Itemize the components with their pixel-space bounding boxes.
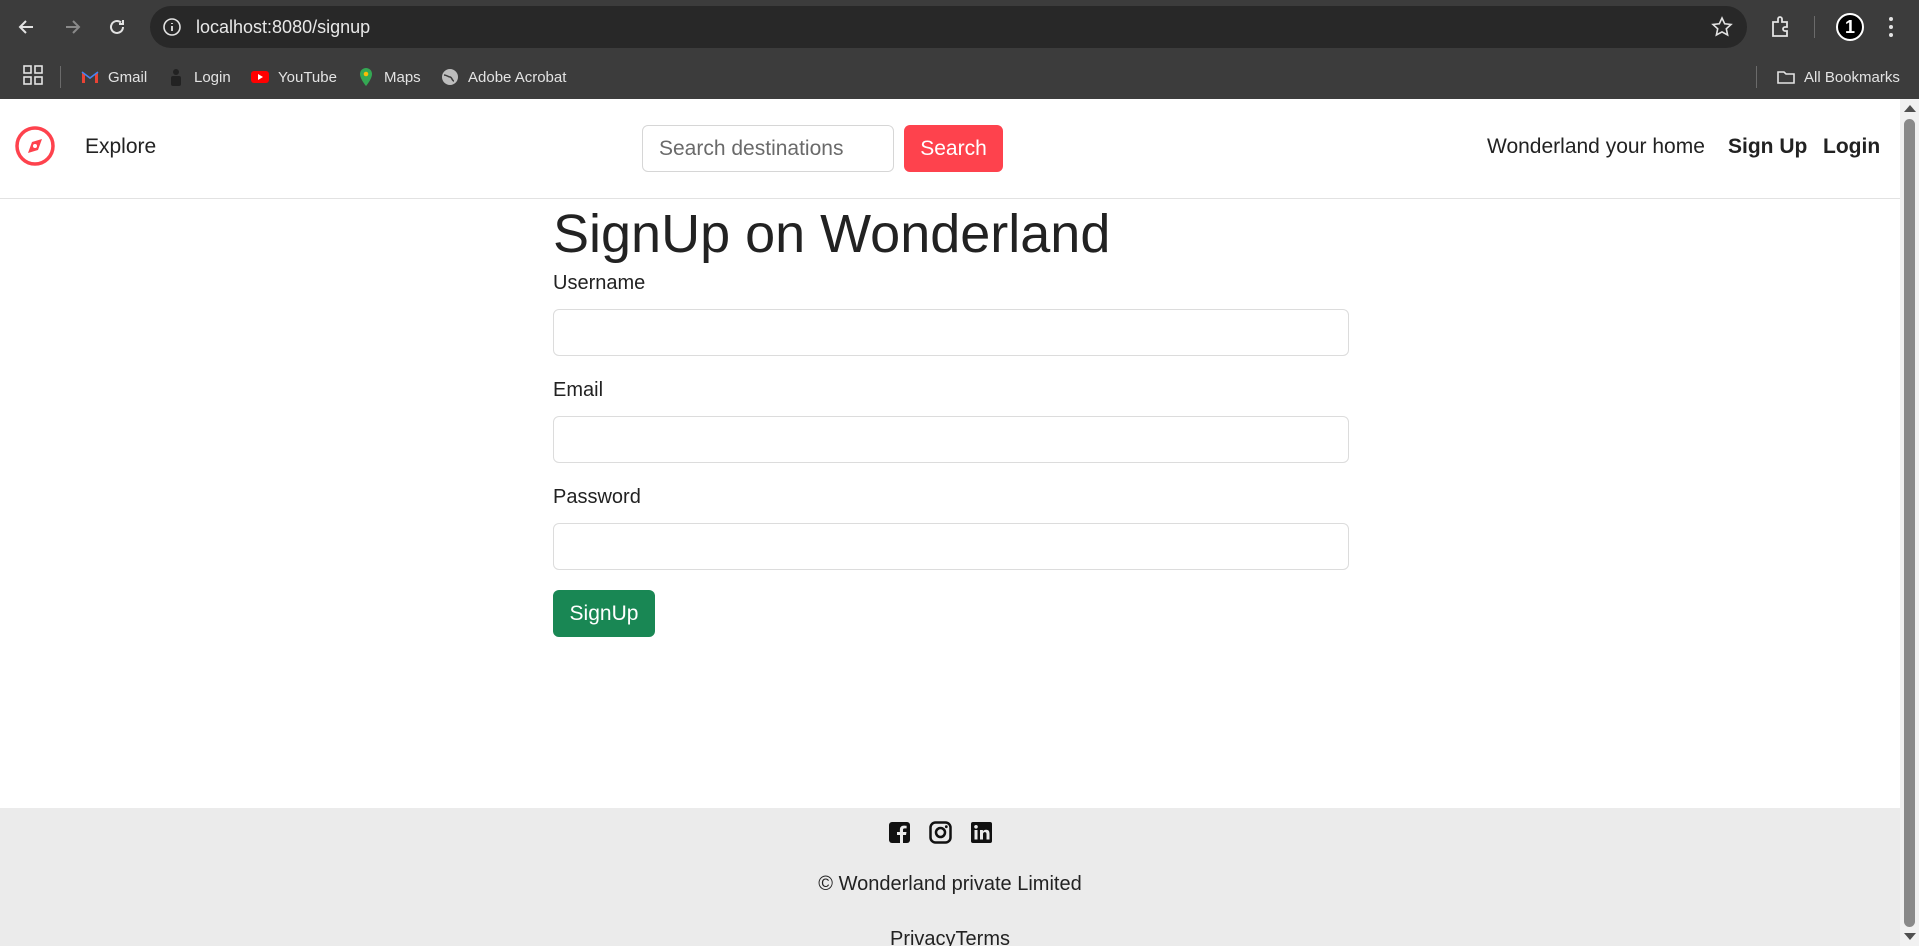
scrollbar-thumb[interactable] — [1904, 119, 1915, 927]
home-link[interactable]: Wonderland your home — [1487, 135, 1705, 159]
web-page: Explore Search Wonderland your home Sign… — [0, 99, 1900, 946]
url-text[interactable]: localhost:8080/signup — [196, 17, 370, 38]
copyright-text: © Wonderland private Limited — [818, 873, 1082, 895]
username-label: Username — [553, 272, 646, 294]
explore-link[interactable]: Explore — [85, 135, 156, 159]
bookmark-adobe-acrobat[interactable]: Adobe Acrobat — [440, 66, 566, 88]
page-scrollbar[interactable] — [1900, 99, 1919, 946]
signup-submit-button[interactable]: SignUp — [553, 590, 655, 637]
scroll-up-arrow-icon[interactable] — [1904, 105, 1916, 112]
extensions-icon[interactable] — [1768, 14, 1794, 40]
site-footer: © Wonderland private Limited PrivacyTerm… — [0, 808, 1900, 946]
browser-menu-icon[interactable] — [1884, 14, 1898, 40]
compass-icon[interactable] — [14, 125, 56, 167]
instagram-icon[interactable] — [929, 821, 952, 844]
email-label: Email — [553, 379, 604, 401]
toolbar-divider — [1814, 16, 1815, 38]
back-button[interactable] — [12, 12, 42, 42]
privacy-terms-links[interactable]: PrivacyTerms — [0, 928, 1900, 946]
login-link[interactable]: Login — [1823, 135, 1880, 159]
scroll-down-arrow-icon[interactable] — [1904, 933, 1916, 940]
apps-grid-icon[interactable] — [22, 64, 44, 86]
youtube-icon — [251, 71, 269, 83]
globe-icon — [442, 69, 458, 85]
signup-link[interactable]: Sign Up — [1728, 135, 1807, 159]
folder-icon — [1777, 71, 1795, 84]
email-field[interactable] — [553, 416, 1349, 463]
reload-icon — [110, 19, 124, 34]
forward-button[interactable] — [57, 12, 87, 42]
login-icon — [171, 69, 181, 86]
bookmark-login[interactable]: Login — [166, 66, 231, 88]
gmail-icon — [81, 71, 99, 83]
social-links — [888, 821, 993, 844]
username-field[interactable] — [553, 309, 1349, 356]
bookmark-star-icon[interactable] — [1711, 16, 1733, 38]
reload-button[interactable] — [102, 12, 132, 42]
search-input[interactable] — [642, 125, 894, 172]
profile-avatar[interactable]: 1 — [1836, 13, 1864, 41]
password-label: Password — [553, 486, 641, 508]
back-arrow-icon — [18, 20, 33, 34]
page-title: SignUp on Wonderland — [553, 204, 1111, 264]
forward-arrow-icon — [66, 20, 81, 34]
site-info-icon[interactable] — [162, 17, 182, 37]
facebook-icon[interactable] — [888, 821, 911, 844]
all-bookmarks-button[interactable]: All Bookmarks — [1776, 66, 1900, 88]
bookmarks-right-divider — [1756, 66, 1757, 88]
search-button[interactable]: Search — [904, 125, 1003, 172]
bookmark-youtube[interactable]: YouTube — [250, 66, 337, 88]
bookmark-maps[interactable]: Maps — [356, 66, 421, 88]
maps-icon — [360, 68, 372, 86]
address-bar[interactable]: localhost:8080/signup — [150, 6, 1747, 48]
bookmark-gmail[interactable]: Gmail — [80, 66, 147, 88]
linkedin-icon[interactable] — [970, 821, 993, 844]
password-field[interactable] — [553, 523, 1349, 570]
bookmarks-divider — [60, 66, 61, 88]
browser-toolbar: localhost:8080/signup 1 — [0, 0, 1919, 54]
site-navbar: Explore Search Wonderland your home Sign… — [0, 99, 1900, 199]
bookmarks-bar: Gmail Login YouTube Maps Adobe Acrobat A… — [0, 54, 1919, 99]
